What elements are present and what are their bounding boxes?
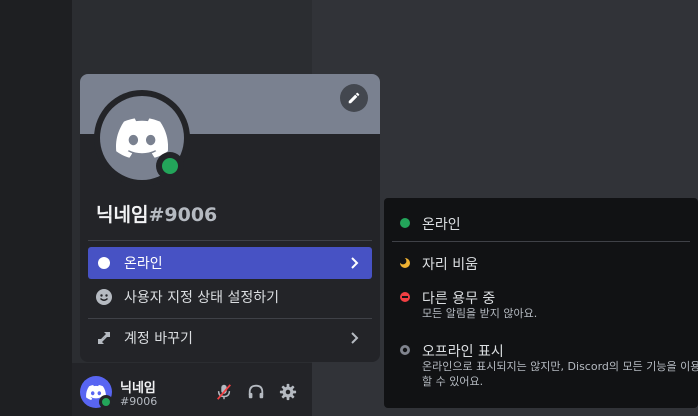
profile-discriminator: #9006 — [148, 204, 218, 226]
switch-account-label: 계정 바꾸기 — [124, 331, 193, 347]
status-option-invisible[interactable]: 오프라인 표시 온라인으로 표시되지는 않지만, Discord의 모든 기능을… — [400, 341, 698, 391]
user-profile-popout: 닉네임#9006 온라인 사용자 지정 상태 설정하기 계정 바꾸기 — [80, 74, 380, 362]
chevron-right-icon — [351, 332, 359, 344]
online-status-icon — [162, 158, 178, 174]
status-option-online[interactable]: 온라인 — [400, 214, 690, 234]
status-option-dnd[interactable]: 다른 용무 중 모든 알림을 받지 않아요. — [400, 288, 690, 322]
panel-username: 닉네임 — [120, 381, 156, 396]
divider — [88, 240, 372, 241]
status-option-label: 온라인 — [422, 217, 461, 233]
mute-button[interactable] — [213, 381, 235, 403]
headphones-icon — [248, 384, 264, 399]
smiley-icon — [96, 289, 112, 305]
panel-discriminator: #9006 — [120, 395, 158, 408]
status-option-label: 자리 비움 — [422, 257, 478, 273]
pencil-icon — [348, 92, 360, 104]
status-submenu: 온라인 자리 비움 다른 용무 중 모든 알림을 받지 않아요. 오프라인 표시… — [384, 198, 698, 408]
profile-username: 닉네임 — [96, 204, 149, 226]
switch-account-icon — [96, 330, 112, 346]
user-panel: 닉네임 #9006 — [72, 363, 312, 416]
custom-status-label: 사용자 지정 상태 설정하기 — [124, 290, 280, 306]
status-option-label: 오프라인 표시 — [422, 344, 504, 360]
edit-profile-button[interactable] — [340, 84, 368, 112]
divider — [88, 318, 372, 319]
status-menu-item[interactable]: 온라인 — [88, 247, 372, 279]
set-custom-status-item[interactable]: 사용자 지정 상태 설정하기 — [88, 281, 372, 313]
mute-mic-icon — [217, 384, 231, 400]
online-status-icon — [400, 218, 410, 228]
discord-logo-icon — [116, 118, 168, 158]
server-rail — [0, 0, 72, 416]
profile-display-name: 닉네임#9006 — [96, 200, 217, 227]
online-status-icon — [99, 395, 113, 409]
status-menu-label: 온라인 — [124, 256, 163, 272]
settings-gear-icon — [279, 383, 297, 401]
status-option-label: 다른 용무 중 — [422, 291, 496, 307]
user-settings-button[interactable] — [277, 381, 299, 403]
dnd-icon — [400, 292, 410, 302]
switch-account-item[interactable]: 계정 바꾸기 — [88, 322, 372, 354]
status-option-idle[interactable]: 자리 비움 — [400, 254, 690, 274]
moon-icon — [400, 258, 410, 268]
status-option-description: 모든 알림을 받지 않아요. — [422, 307, 538, 320]
invisible-icon — [400, 345, 410, 355]
status-indicator — [156, 152, 184, 180]
deafen-button[interactable] — [245, 381, 267, 403]
status-option-description: 온라인으로 표시되지는 않지만, Discord의 모든 기능을 이용할 수 있… — [422, 360, 698, 388]
chevron-right-icon — [351, 257, 359, 269]
divider — [392, 241, 690, 242]
status-dot-icon — [96, 255, 112, 271]
